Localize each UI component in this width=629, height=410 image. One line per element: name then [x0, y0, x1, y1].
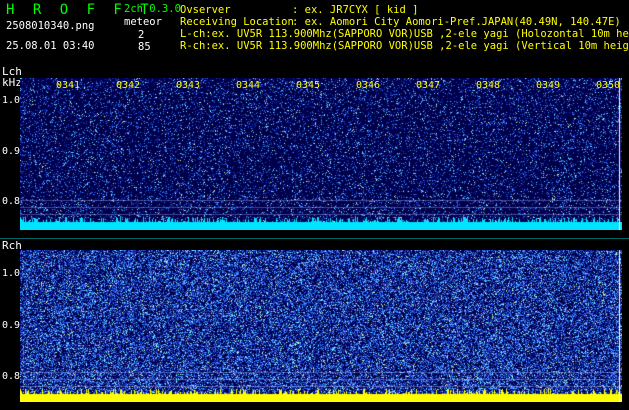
- time-tick-label: 0348: [476, 80, 501, 91]
- time-tick-label: 0341: [56, 80, 81, 91]
- lch-spectrogram-canvas: [20, 78, 622, 230]
- rch-spectrogram: [20, 250, 622, 402]
- panel-separator: [0, 238, 629, 239]
- time-tick-label: 0345: [296, 80, 321, 91]
- y-tick-label: 1.0: [2, 268, 21, 279]
- y-tick-label: 0.9: [2, 146, 21, 157]
- mode-label: 2ch 0.3.0: [124, 3, 181, 15]
- location-value: : ex. Aomori City Aomori-Pref.JAPAN(40.4…: [292, 16, 621, 28]
- lch-info-line: L-ch:ex. UV5R 113.900Mhz(SAPPORO VOR)USB…: [180, 28, 629, 40]
- y-tick-label: 0.8: [2, 196, 21, 207]
- time-tick-label: 0347: [416, 80, 441, 91]
- lch-spectrogram: [20, 78, 622, 230]
- rch-spectrogram-canvas: [20, 250, 622, 402]
- y-tick-label: 0.8: [2, 371, 21, 382]
- time-tick-label: 0342: [116, 80, 141, 91]
- time-tick-label: 0350: [596, 80, 621, 91]
- y-tick-label: 0.9: [2, 320, 21, 331]
- meteor-label: meteor: [124, 16, 162, 28]
- y-tick-label: 1.0: [2, 95, 21, 106]
- time-tick-label: 0344: [236, 80, 261, 91]
- file-name: 2508010340.png: [6, 20, 95, 32]
- lch-unit: kHz: [2, 76, 22, 89]
- rch-info-line: R-ch:ex. UV5R 113.900Mhz(SAPPORO VOR)USB…: [180, 40, 629, 52]
- date-time: 25.08.01 03:40: [6, 40, 95, 52]
- time-tick-label: 0346: [356, 80, 381, 91]
- observer-label: Ovserver: [180, 4, 231, 16]
- time-tick-label: 0343: [176, 80, 201, 91]
- location-label: Receiving Location: [180, 16, 294, 28]
- meteor-count-l: 2: [138, 29, 145, 41]
- time-tick-label: 0349: [536, 80, 561, 91]
- observer-value: : ex. JR7CYX [ kid ]: [292, 4, 419, 16]
- rch-label: Rch: [2, 239, 22, 252]
- meteor-count-r: 85: [138, 41, 151, 53]
